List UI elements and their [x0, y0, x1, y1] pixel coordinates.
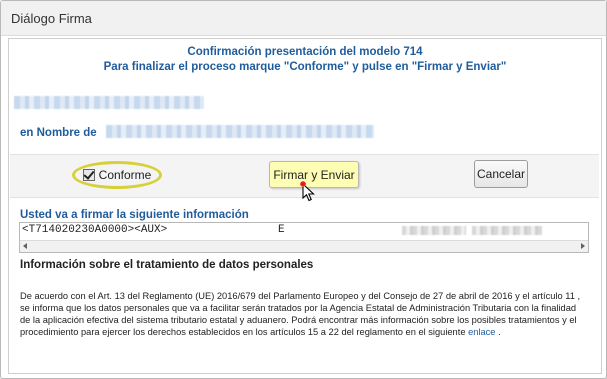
privacy-link[interactable]: enlace: [468, 327, 495, 337]
redacted-sign-data-2: [472, 226, 542, 235]
privacy-text-end: .: [498, 327, 501, 337]
confirmation-heading: Confirmación presentación del modelo 714: [187, 46, 423, 58]
dialog-title: Diálogo Firma: [11, 11, 92, 26]
checkbox-checked-icon[interactable]: [82, 169, 95, 181]
conforme-label: Conforme: [98, 168, 152, 182]
signature-dialog: Diálogo Firma Confirmación presentación …: [0, 0, 607, 379]
sign-info-extra: E: [278, 224, 285, 236]
action-toolbar: Conforme Firmar y Enviar Cancelar: [10, 154, 599, 202]
privacy-text: De acuerdo con el Art. 13 del Reglamento…: [20, 291, 581, 337]
privacy-text-block: De acuerdo con el Art. 13 del Reglamento…: [20, 290, 585, 338]
cancel-button[interactable]: Cancelar: [474, 160, 528, 188]
mouse-pointer-icon: [300, 181, 315, 202]
scroll-right-arrow-icon[interactable]: [581, 243, 585, 249]
sign-info-field[interactable]: <T714020230A0000><AUX> E: [19, 222, 589, 253]
sign-info-content: <T714020230A0000><AUX>: [22, 224, 168, 236]
redacted-taxpayer-name: [106, 125, 374, 138]
conforme-checkbox[interactable]: Conforme: [72, 161, 162, 189]
horizontal-scrollbar[interactable]: [20, 240, 588, 252]
redacted-sign-data-1: [402, 226, 466, 235]
sign-info-label: Usted va a firmar la siguiente informaci…: [20, 209, 249, 221]
privacy-title: Información sobre el tratamiento de dato…: [20, 259, 314, 271]
dialog-titlebar[interactable]: Diálogo Firma: [1, 1, 606, 36]
redacted-taxpayer-id: [14, 96, 204, 109]
instructions-heading: Para finalizar el proceso marque "Confor…: [103, 61, 507, 73]
on-behalf-label: en Nombre de: [20, 127, 97, 139]
scroll-left-arrow-icon[interactable]: [23, 243, 27, 249]
dialog-content: Confirmación presentación del modelo 714…: [8, 38, 602, 374]
